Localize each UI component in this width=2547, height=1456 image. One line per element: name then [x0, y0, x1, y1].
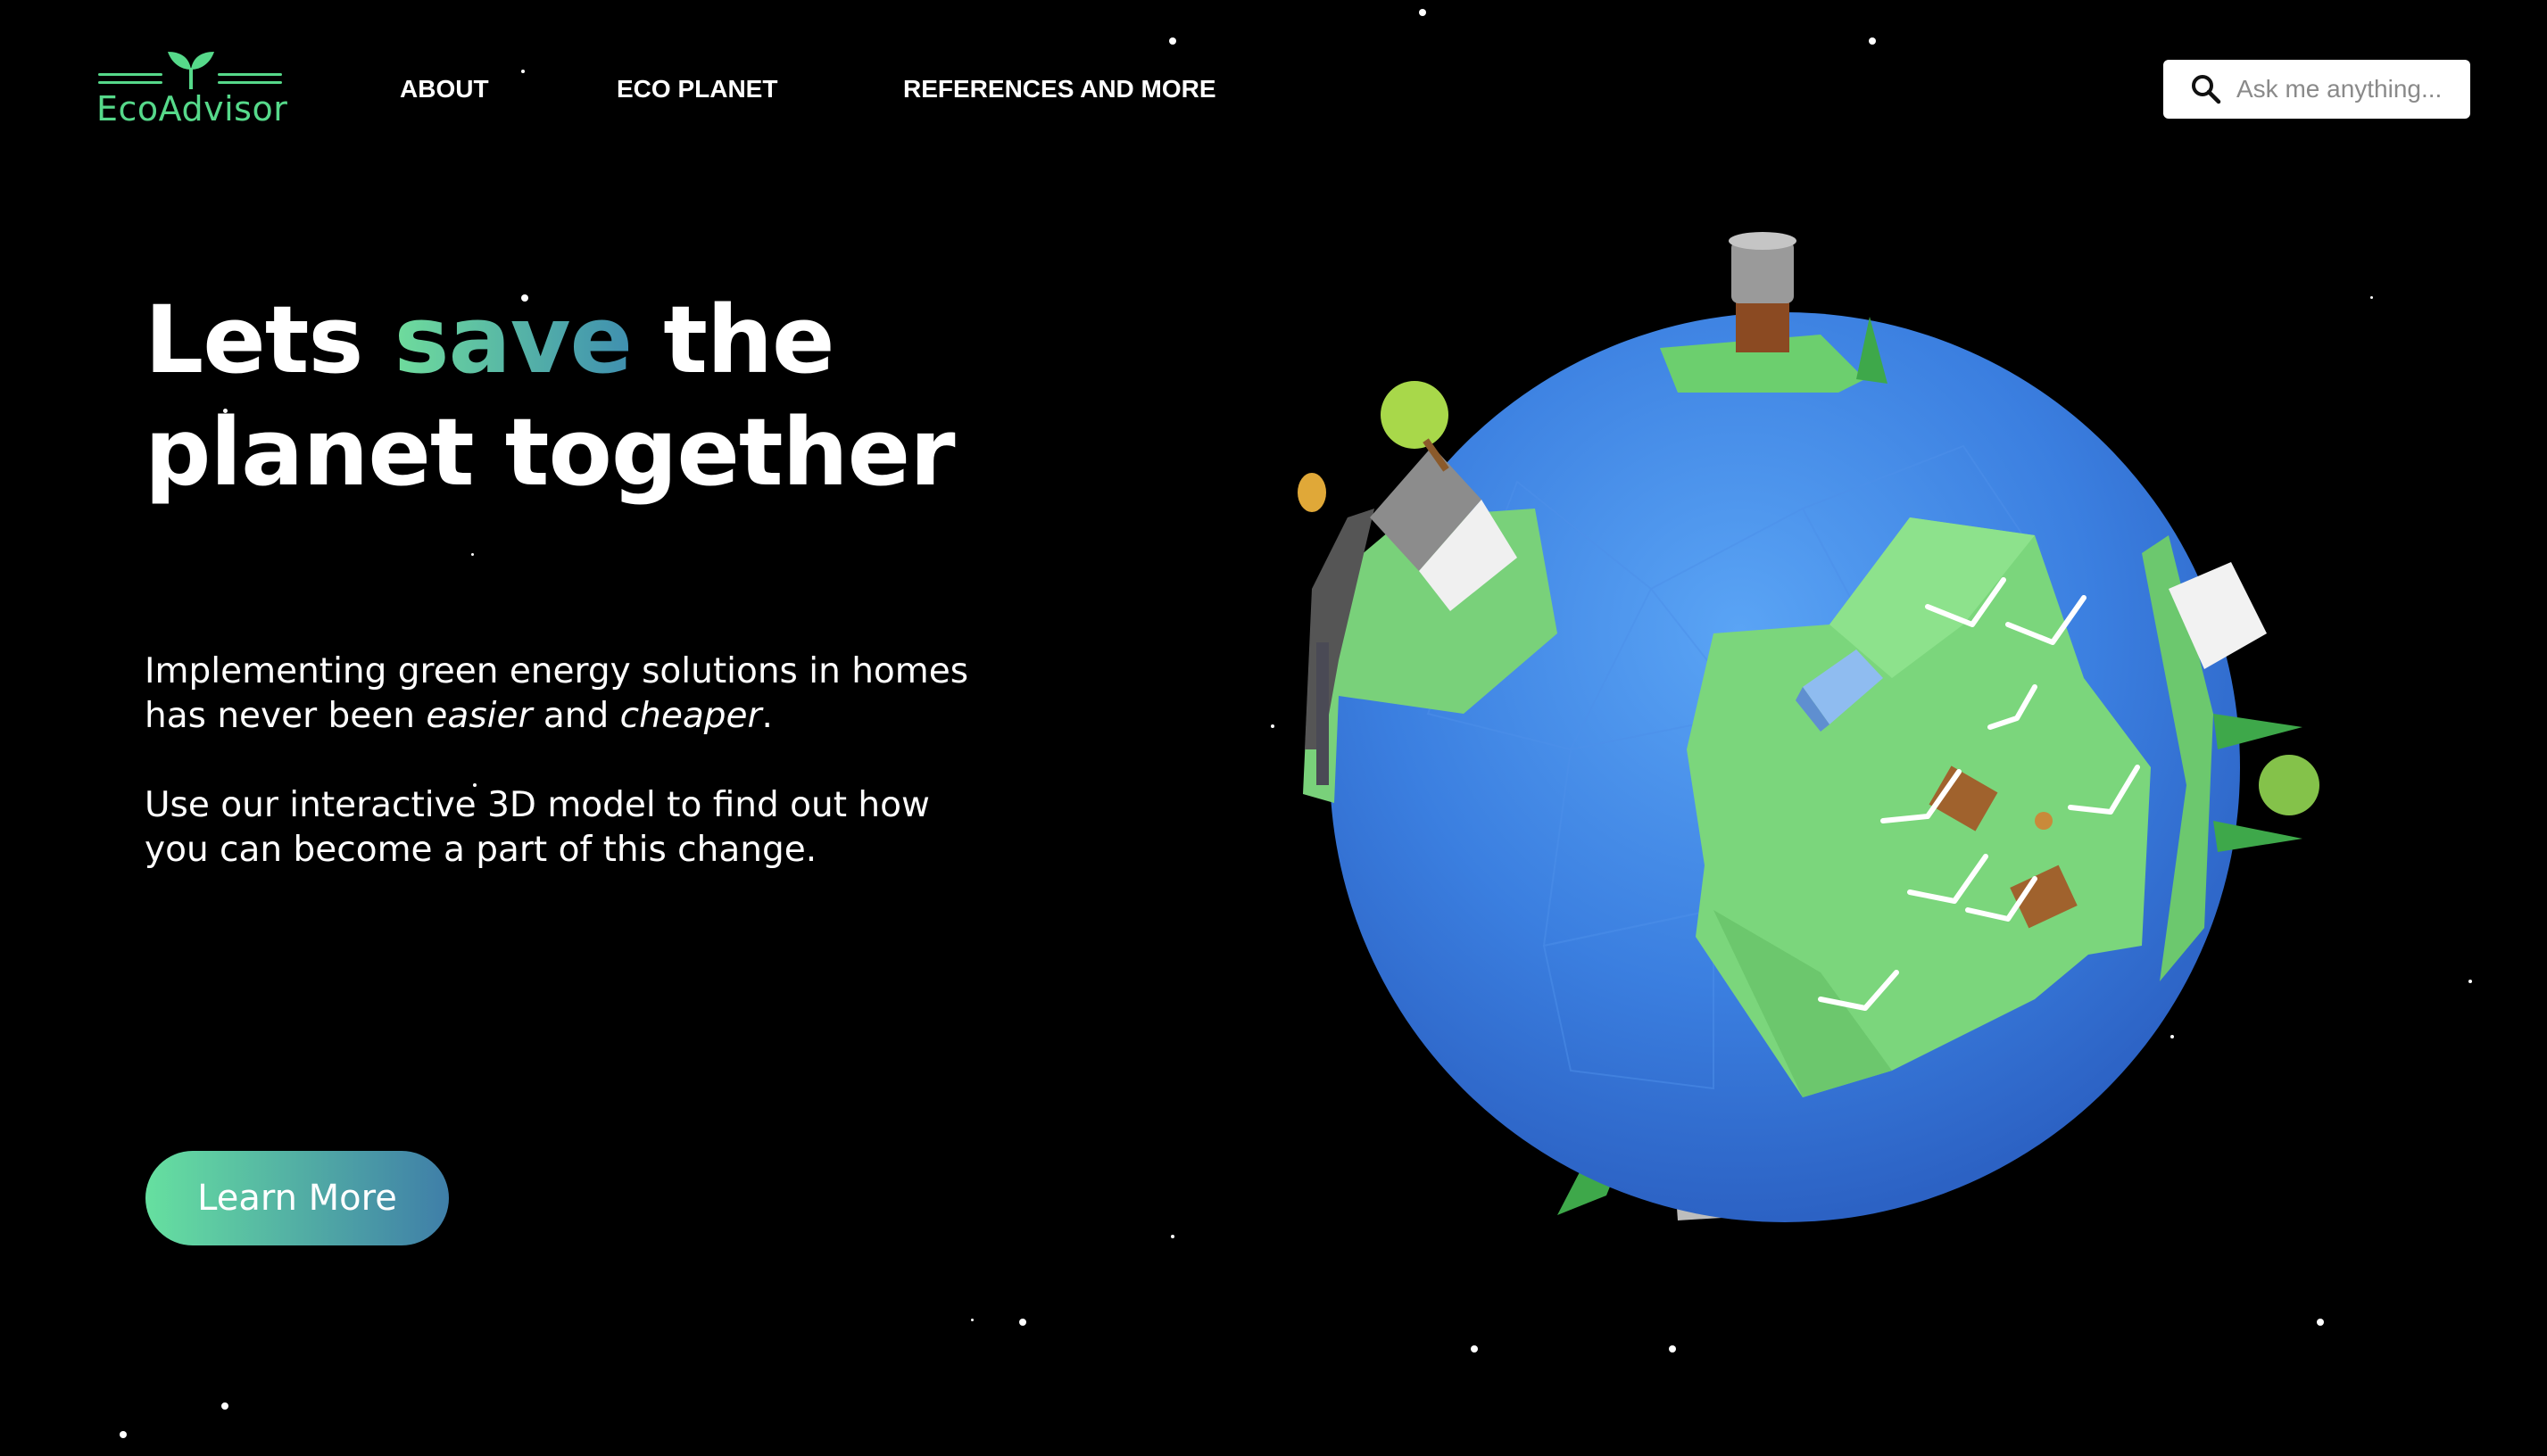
star — [221, 1402, 228, 1410]
search-box[interactable] — [2163, 60, 2470, 119]
hero-title-part2: the — [632, 285, 834, 394]
water-tower-tank — [1731, 241, 1794, 303]
water-tower-cap — [1729, 232, 1796, 250]
hero-p1-line2a: has never been — [145, 696, 427, 736]
hero-p2-line1: Use our interactive 3D model to find out… — [145, 785, 930, 825]
nav-item-eco-planet[interactable]: ECO PLANET — [617, 75, 777, 103]
tree — [2213, 821, 2302, 852]
star — [1169, 37, 1176, 45]
star — [1019, 1319, 1026, 1326]
tree-right — [2259, 755, 2319, 815]
star — [2317, 1319, 2324, 1326]
sprout-icon — [168, 52, 214, 89]
star — [1869, 37, 1876, 45]
hero-paragraph-2: Use our interactive 3D model to find out… — [145, 783, 930, 873]
search-input[interactable] — [2235, 74, 2470, 104]
hay-bale — [2035, 812, 2053, 830]
star — [1669, 1345, 1676, 1353]
star — [120, 1431, 127, 1438]
hero-p1-em-cheaper: cheaper — [619, 696, 762, 736]
star — [1471, 1345, 1478, 1353]
fence — [1316, 642, 1329, 785]
hero-paragraph-1: Implementing green energy solutions in h… — [145, 649, 968, 739]
hero-title-highlight: save — [394, 285, 633, 394]
nav-item-about[interactable]: ABOUT — [400, 75, 489, 103]
hero-p1-line1: Implementing green energy solutions in h… — [145, 651, 969, 691]
learn-more-button[interactable]: Learn More — [145, 1151, 449, 1245]
star — [1419, 9, 1426, 16]
star — [521, 70, 525, 73]
star — [2370, 296, 2373, 299]
hero-p1-line2b: and — [532, 696, 620, 736]
tree — [2213, 714, 2302, 749]
tree-top — [1381, 381, 1448, 449]
water-tower-legs — [1736, 299, 1789, 352]
brand-name: EcoAdvisor — [96, 89, 288, 128]
hero-p1-line2c: . — [761, 696, 773, 736]
star — [1171, 1235, 1174, 1238]
star — [2468, 980, 2472, 983]
umbrella — [1298, 473, 1326, 512]
eco-planet-3d-model[interactable] — [1249, 214, 2356, 1249]
nav-item-references[interactable]: REFERENCES AND MORE — [903, 75, 1216, 103]
star — [971, 1319, 974, 1321]
hero-title-line2: planet together — [145, 398, 955, 507]
star — [471, 553, 474, 556]
hero-p2-line2: you can become a part of this change. — [145, 830, 817, 870]
hero-title: Lets save the planet together — [145, 284, 955, 509]
hero-p1-em-easier: easier — [426, 696, 533, 736]
logo-line-right — [218, 73, 282, 84]
hero-title-part1: Lets — [145, 285, 394, 394]
logo-line-left — [98, 73, 162, 84]
brand-logo[interactable]: EcoAdvisor — [93, 46, 289, 136]
search-icon — [2192, 75, 2221, 104]
